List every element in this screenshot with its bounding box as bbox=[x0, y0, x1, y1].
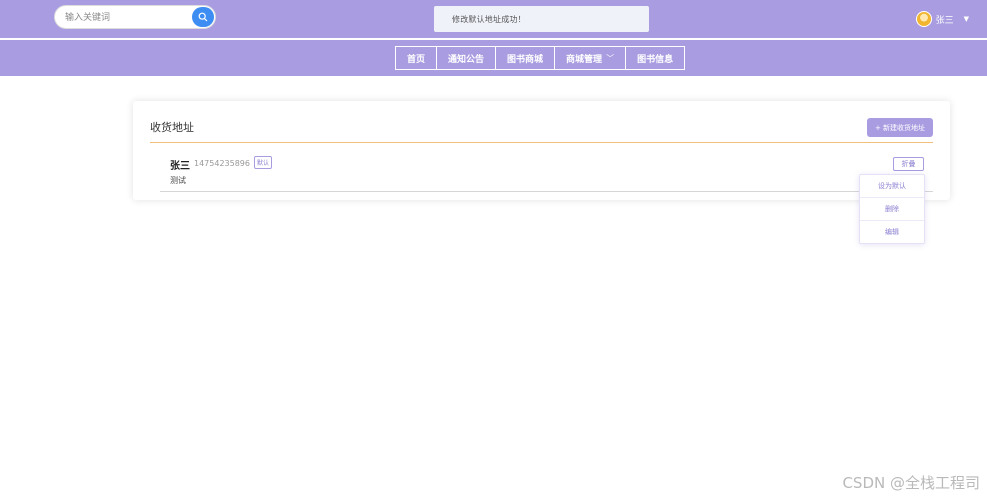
fold-button[interactable]: 折叠 bbox=[893, 157, 924, 171]
address-card: 收货地址 + 新建收货地址 张三 14754235896 默认 测试 折叠 bbox=[133, 101, 950, 200]
address-name: 张三 bbox=[170, 161, 190, 172]
search-icon bbox=[198, 12, 208, 22]
user-name[interactable]: 张三 bbox=[936, 13, 954, 26]
search-button[interactable] bbox=[192, 7, 214, 27]
default-badge: 默认 bbox=[254, 156, 273, 169]
nav-item-notices[interactable]: 通知公告 bbox=[436, 46, 497, 70]
add-address-button[interactable]: + 新建收货地址 bbox=[867, 118, 933, 137]
title-divider bbox=[150, 142, 933, 143]
watermark: CSDN @全栈工程司 bbox=[842, 474, 980, 492]
nav-item-store-management[interactable]: 商城管理 ﹀ bbox=[554, 46, 627, 70]
user-menu[interactable]: 张三 ▼ bbox=[915, 9, 969, 29]
menu-item-set-default[interactable]: 设为默认 bbox=[860, 175, 924, 198]
address-action-menu: 设为默认 删除 编辑 bbox=[859, 174, 925, 244]
avatar[interactable] bbox=[915, 11, 932, 27]
top-bar: 修改默认地址成功！ 张三 ▼ bbox=[0, 0, 987, 38]
menu-item-delete[interactable]: 删除 bbox=[860, 198, 924, 221]
nav-item-bookstore[interactable]: 图书商城 bbox=[495, 46, 556, 70]
nav-item-label: 图书信息 bbox=[637, 54, 674, 65]
address-detail: 测试 bbox=[170, 176, 186, 185]
menu-item-edit[interactable]: 编辑 bbox=[860, 221, 924, 243]
chevron-down-icon: ﹀ bbox=[606, 53, 615, 63]
address-phone: 14754235896 bbox=[194, 159, 250, 168]
address-divider bbox=[160, 191, 933, 192]
main-nav: 首页 通知公告 图书商城 商城管理 ﹀ 图书信息 bbox=[395, 46, 686, 70]
toast-message: 修改默认地址成功！ bbox=[452, 14, 526, 24]
nav-item-book-info[interactable]: 图书信息 bbox=[625, 46, 686, 70]
nav-item-home[interactable]: 首页 bbox=[395, 46, 438, 70]
nav-item-label: 图书商城 bbox=[507, 54, 544, 65]
page-title: 收货地址 bbox=[150, 121, 194, 134]
success-toast: 修改默认地址成功！ bbox=[434, 6, 649, 32]
nav-item-label: 通知公告 bbox=[448, 54, 485, 65]
search-input[interactable] bbox=[63, 9, 189, 27]
caret-down-icon[interactable]: ▼ bbox=[964, 15, 969, 23]
nav-item-label: 商城管理 bbox=[566, 54, 603, 65]
search-box bbox=[54, 5, 216, 29]
nav-item-label: 首页 bbox=[407, 54, 426, 65]
nav-bar: 首页 通知公告 图书商城 商城管理 ﹀ 图书信息 bbox=[0, 40, 987, 76]
